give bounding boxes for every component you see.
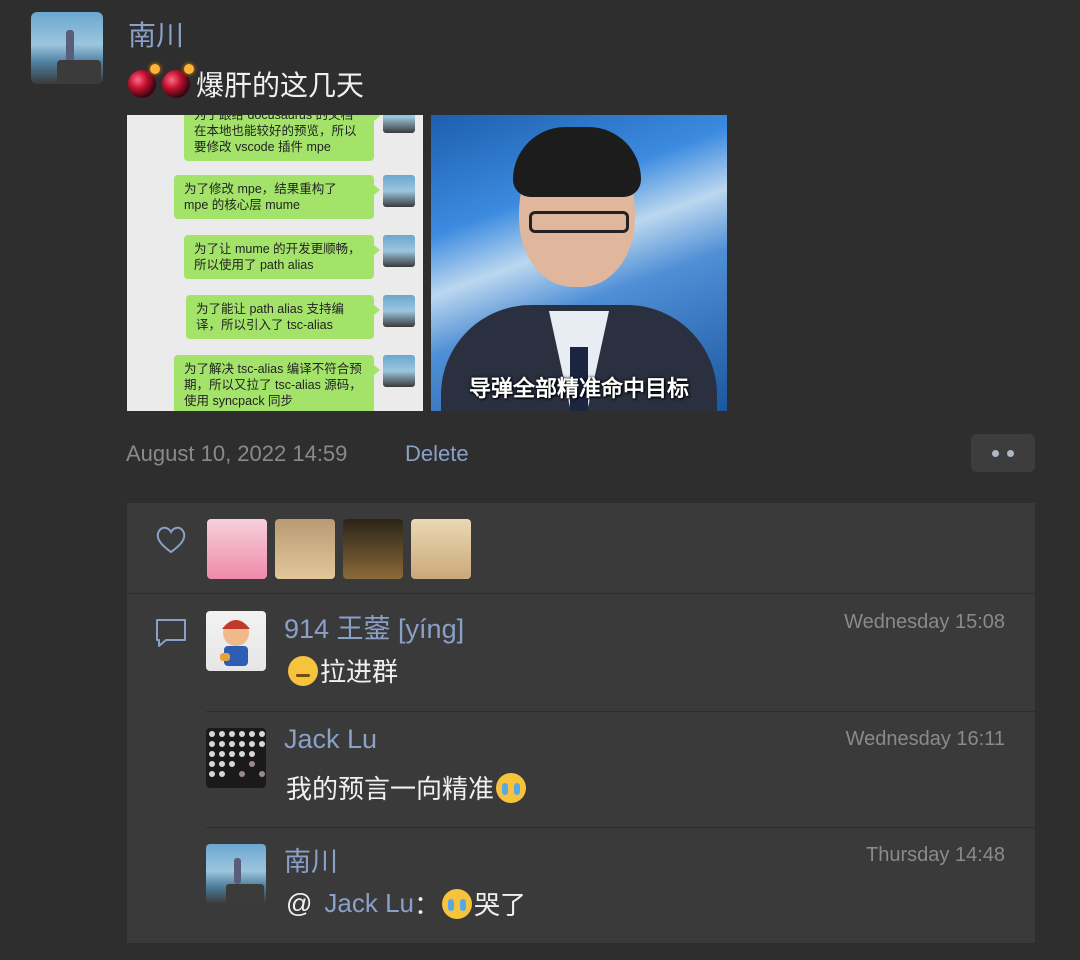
post-timestamp: August 10, 2022 14:59 [126,441,348,466]
interactions-panel: 914 王蓥 [yíng] Wednesday 15:08 拉进群 Jack L… [127,503,1035,943]
commenter-avatar[interactable] [206,611,266,671]
dot-pattern-icon [209,731,265,777]
author-avatar[interactable] [31,12,103,84]
news-caption: 导弹全部精准命中目标 [468,376,689,401]
mention-prefix: @ [286,888,313,918]
anchor-hair [513,127,641,197]
post-text: 爆肝的这几天 [128,64,364,104]
comment-text-content: 哭了 [474,890,527,920]
chat-avatar [383,355,415,387]
crying-emoji-icon [442,888,473,919]
mention-link[interactable]: Jack Lu [324,888,414,919]
chat-message: 为了跟给 docusaurus 的文档在本地也能较好的预览，所以要修改 vsco… [184,115,415,161]
post-image-news-anchor[interactable]: 导弹全部精准命中目标 [431,115,727,411]
post-image-chat-screenshot[interactable]: 为了跟给 docusaurus 的文档在本地也能较好的预览，所以要修改 vsco… [127,115,423,411]
author-name[interactable]: 南川 [128,14,184,54]
chat-message: 为了能让 path alias 支持编译，所以引入了 tsc-alias [186,295,415,339]
dot-icon [992,449,999,457]
comment-text: 拉进群 [286,652,398,689]
comment-time: Wednesday 15:08 [844,611,1005,633]
cartoon-character-icon [220,620,250,666]
chat-avatar [383,235,415,267]
commenter-avatar[interactable] [206,728,266,788]
bomb-emoji-icon [162,64,194,98]
like-avatar[interactable] [275,519,335,579]
commenter-name[interactable]: Jack Lu [284,724,377,755]
smirk-emoji-icon [288,655,318,686]
mention-suffix: ： [414,890,441,920]
chat-bubble: 为了让 mume 的开发更顺畅，所以使用了 path alias [184,235,380,279]
comment-text: 我的预言一向精准 [286,769,528,806]
avatar-rock [57,60,101,84]
like-avatar[interactable] [207,519,267,579]
bomb-emoji-icon [128,64,160,98]
commenter-avatar[interactable] [206,844,266,904]
chat-avatar [383,295,415,327]
commenter-name[interactable]: 南川 [284,840,338,879]
chat-message: 为了解决 tsc-alias 编译不符合预期，所以又拉了 tsc-alias 源… [174,355,415,411]
like-avatar[interactable] [343,519,403,579]
likes-row [127,503,1035,594]
chat-avatar [383,115,415,133]
comment-text-content: 我的预言一向精准 [286,774,495,804]
commenter-name[interactable]: 914 王蓥 [yíng] [284,607,464,646]
comment-time: Thursday 14:48 [866,844,1005,866]
chat-message: 为了修改 mpe，结果重构了 mpe 的核心层 mume [174,175,415,219]
chat-message: 为了让 mume 的开发更顺畅，所以使用了 path alias [184,235,415,279]
heart-icon [156,526,186,554]
comment-time: Wednesday 16:11 [845,728,1005,750]
more-options-button[interactable] [971,434,1035,472]
dot-icon [1007,449,1014,457]
comment-item[interactable]: 914 王蓥 [yíng] Wednesday 15:08 拉进群 [206,595,1035,711]
avatar-figure [66,30,74,62]
crying-emoji-icon [496,772,527,803]
lighthouse-figure-icon [226,858,264,904]
anchor-glasses [529,211,629,233]
comment-item[interactable]: 南川 Thursday 14:48 @ Jack Lu ： 哭了 [206,827,1035,944]
like-avatar[interactable] [411,519,471,579]
chat-avatar [383,175,415,207]
comment-text-content: 拉进群 [320,657,399,687]
comment-text: @ Jack Lu ： 哭了 [286,885,526,922]
chat-bubble: 为了解决 tsc-alias 编译不符合预期，所以又拉了 tsc-alias 源… [174,355,380,411]
chat-bubble: 为了能让 path alias 支持编译，所以引入了 tsc-alias [186,295,380,339]
chat-bubble: 为了修改 mpe，结果重构了 mpe 的核心层 mume [174,175,380,219]
delete-button[interactable]: Delete [405,441,469,467]
comment-item[interactable]: Jack Lu Wednesday 16:11 我的预言一向精准 [206,711,1035,828]
post-text-content: 爆肝的这几天 [196,70,365,101]
comment-icon [156,619,186,647]
chat-bubble: 为了跟给 docusaurus 的文档在本地也能较好的预览，所以要修改 vsco… [184,115,380,161]
